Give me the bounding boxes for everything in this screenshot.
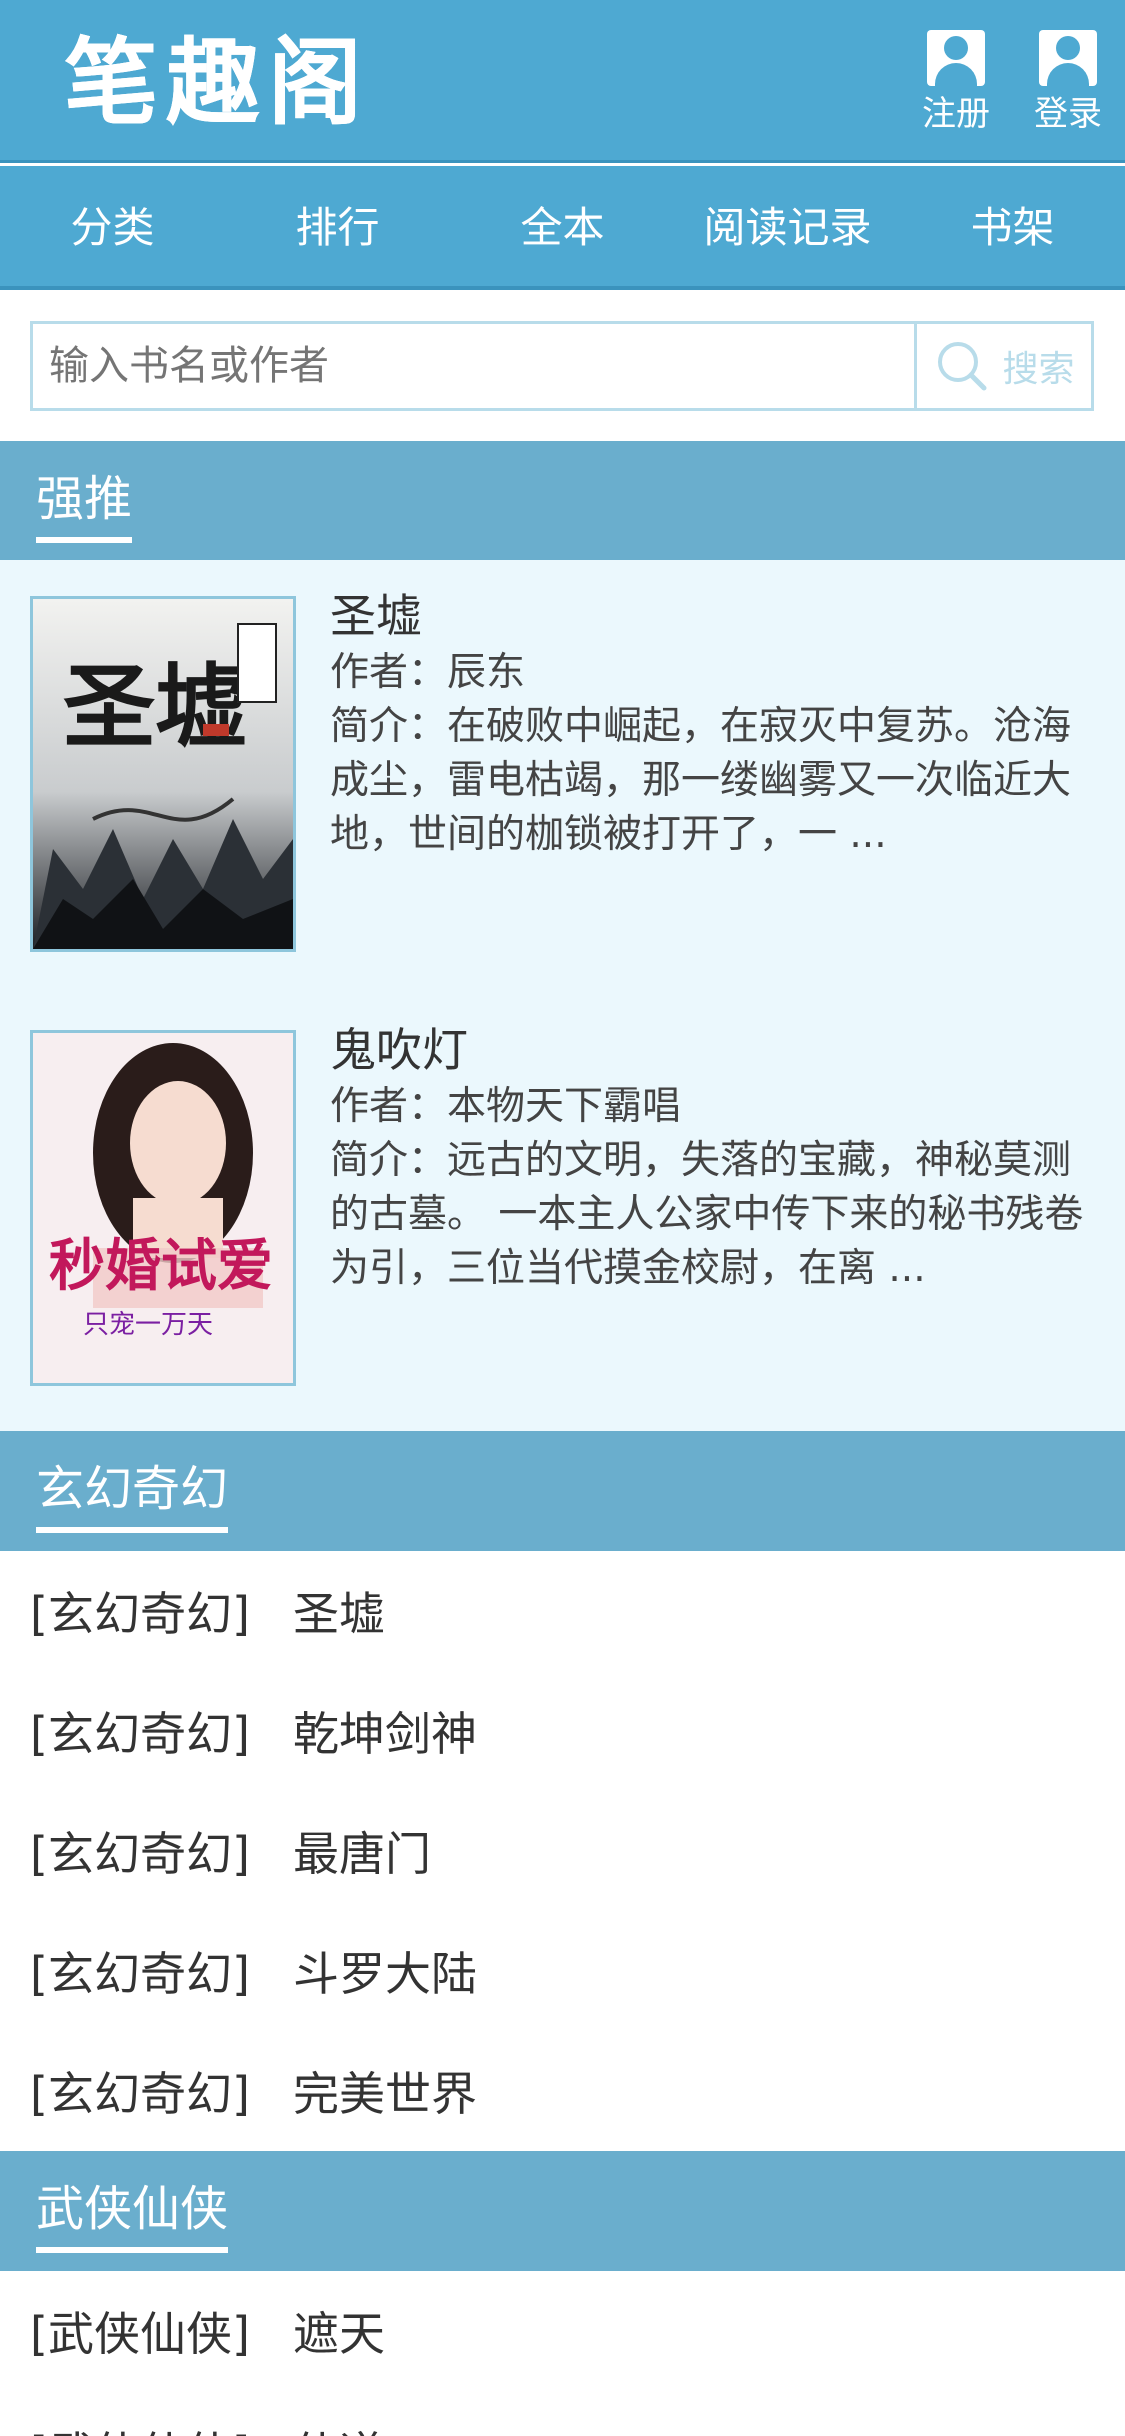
search-button[interactable]: 搜索 bbox=[920, 324, 1091, 408]
cover-title-text: 秒婚试爱 bbox=[49, 1233, 273, 1299]
list-item-title[interactable]: 仙道 bbox=[293, 2418, 385, 2436]
register-button[interactable]: 注册 bbox=[906, 30, 1006, 145]
list-item-title[interactable]: 最唐门 bbox=[293, 1818, 431, 1884]
search-icon bbox=[938, 342, 987, 391]
list-item-category[interactable]: [玄幻奇幻] bbox=[30, 2058, 293, 2124]
section-header-wuxia: 武侠仙侠 bbox=[0, 2151, 1125, 2271]
book-description: 简介：远古的文明，失落的宝藏，神秘莫测的古墓。 一本主人公家中传下来的秘书残卷为… bbox=[330, 1138, 1084, 1291]
list-item[interactable]: [玄幻奇幻] 圣墟 bbox=[0, 1551, 1125, 1671]
list-item[interactable]: [玄幻奇幻] 斗罗大陆 bbox=[0, 1911, 1125, 2031]
list-item-title[interactable]: 斗罗大陆 bbox=[293, 1938, 477, 2004]
nav-bookshelf[interactable]: 书架 bbox=[900, 166, 1125, 286]
nav-category[interactable]: 分类 bbox=[0, 166, 225, 286]
search-bar: 搜索 bbox=[30, 321, 1094, 411]
book-author: 作者：本物天下霸唱 bbox=[330, 1084, 682, 1129]
book-cover[interactable]: 秒婚试爱 只宠一万天 bbox=[30, 1030, 296, 1386]
book-cover-art: 秒婚试爱 只宠一万天 bbox=[33, 1033, 293, 1383]
book-info: 鬼吹灯 作者：本物天下霸唱 简介：远古的文明，失落的宝藏，神秘莫测的古墓。 一本… bbox=[330, 1020, 1100, 1296]
user-icon bbox=[1039, 30, 1097, 86]
book-title[interactable]: 圣墟 bbox=[330, 586, 1100, 646]
list-item[interactable]: [武侠仙侠] 遮天 bbox=[0, 2271, 1125, 2391]
nav-ranking[interactable]: 排行 bbox=[225, 166, 450, 286]
list-item[interactable]: [玄幻奇幻] 最唐门 bbox=[0, 1791, 1125, 1911]
cover-subtitle-text: 只宠一万天 bbox=[83, 1310, 213, 1340]
list-item-category[interactable]: [玄幻奇幻] bbox=[30, 1818, 293, 1884]
list-item[interactable]: [武侠仙侠] 仙道 bbox=[0, 2391, 1125, 2436]
login-button[interactable]: 登录 bbox=[1018, 30, 1118, 145]
list-item-category[interactable]: [武侠仙侠] bbox=[30, 2418, 293, 2436]
register-label: 注册 bbox=[922, 94, 990, 134]
cover-title-text: 圣墟 bbox=[63, 653, 247, 761]
list-item[interactable]: [玄幻奇幻] 乾坤剑神 bbox=[0, 1671, 1125, 1791]
list-item-title[interactable]: 完美世界 bbox=[293, 2058, 477, 2124]
search-input[interactable] bbox=[33, 324, 917, 408]
book-author: 作者：辰东 bbox=[330, 650, 526, 695]
login-label: 登录 bbox=[1034, 94, 1102, 134]
list-item[interactable]: [玄幻奇幻] 完美世界 bbox=[0, 2031, 1125, 2151]
wuxia-list: [武侠仙侠] 遮天 [武侠仙侠] 仙道 bbox=[0, 2271, 1125, 2436]
nav-history[interactable]: 阅读记录 bbox=[675, 166, 900, 286]
section-title[interactable]: 玄幻奇幻 bbox=[36, 1455, 229, 1533]
book-card[interactable]: 秒婚试爱 只宠一万天 鬼吹灯 作者：本物天下霸唱 简介：远古的文明，失落的宝藏，… bbox=[0, 994, 1125, 1386]
list-item-category[interactable]: [玄幻奇幻] bbox=[30, 1578, 293, 1644]
book-card[interactable]: 圣墟 圣墟 作者：辰东 简介：在破败中崛起，在寂灭中复苏。沧海成尘，雷电枯竭，那… bbox=[0, 560, 1125, 952]
fantasy-list: [玄幻奇幻] 圣墟 [玄幻奇幻] 乾坤剑神 [玄幻奇幻] 最唐门 [玄幻奇幻] … bbox=[0, 1551, 1125, 2151]
site-logo[interactable]: 笔趣阁 bbox=[64, 34, 370, 134]
user-icon bbox=[927, 30, 985, 86]
section-header-fantasy: 玄幻奇幻 bbox=[0, 1431, 1125, 1551]
book-description: 简介：在破败中崛起，在寂灭中复苏。沧海成尘，雷电枯竭，那一缕幽雾又一次临近大地，… bbox=[330, 704, 1072, 857]
section-title[interactable]: 武侠仙侠 bbox=[36, 2175, 229, 2253]
list-item-category[interactable]: [玄幻奇幻] bbox=[30, 1938, 293, 2004]
section-title[interactable]: 强推 bbox=[36, 465, 133, 543]
main-nav: 分类 排行 全本 阅读记录 书架 bbox=[0, 166, 1125, 290]
list-item-category[interactable]: [玄幻奇幻] bbox=[30, 1698, 293, 1764]
search-button-label: 搜索 bbox=[1002, 349, 1075, 390]
book-cover-art: 圣墟 bbox=[33, 599, 293, 949]
recommend-list: 圣墟 圣墟 作者：辰东 简介：在破败中崛起，在寂灭中复苏。沧海成尘，雷电枯竭，那… bbox=[0, 560, 1125, 1432]
nav-complete[interactable]: 全本 bbox=[450, 166, 675, 286]
book-title[interactable]: 鬼吹灯 bbox=[330, 1020, 1100, 1080]
book-info: 圣墟 作者：辰东 简介：在破败中崛起，在寂灭中复苏。沧海成尘，雷电枯竭，那一缕幽… bbox=[330, 586, 1100, 862]
list-item-category[interactable]: [武侠仙侠] bbox=[30, 2298, 293, 2364]
list-item-title[interactable]: 圣墟 bbox=[293, 1578, 385, 1644]
list-item-title[interactable]: 遮天 bbox=[293, 2298, 385, 2364]
section-header-recommend: 强推 bbox=[0, 441, 1125, 561]
list-item-title[interactable]: 乾坤剑神 bbox=[293, 1698, 477, 1764]
top-header: 笔趣阁 注册 登录 bbox=[0, 0, 1125, 163]
book-cover[interactable]: 圣墟 bbox=[30, 596, 296, 952]
